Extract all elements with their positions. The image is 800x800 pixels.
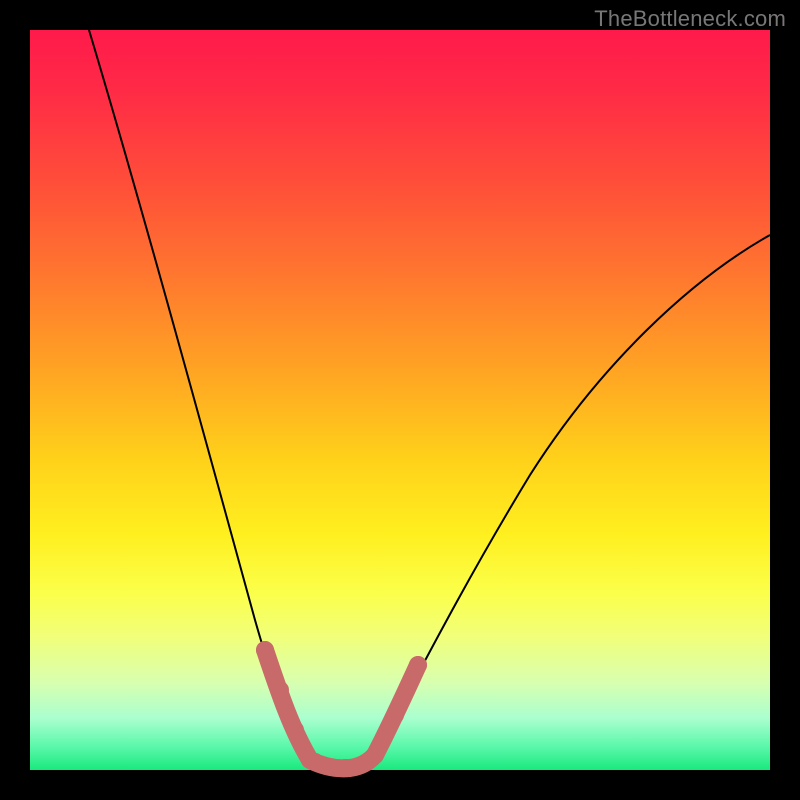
accent-left	[265, 650, 310, 760]
accent-dot	[409, 656, 427, 674]
watermark-text: TheBottleneck.com	[594, 6, 786, 32]
curve-layer	[30, 30, 770, 770]
accent-dot	[271, 681, 289, 699]
curve-left-branch	[89, 30, 310, 760]
outer-frame: TheBottleneck.com	[0, 0, 800, 800]
accent-dot	[336, 759, 354, 777]
accent-dot	[286, 721, 304, 739]
curve-right-branch	[375, 235, 770, 755]
accent-dot	[306, 753, 324, 771]
accent-dot	[386, 706, 404, 724]
accent-dot	[256, 641, 274, 659]
accent-dot	[366, 746, 384, 764]
